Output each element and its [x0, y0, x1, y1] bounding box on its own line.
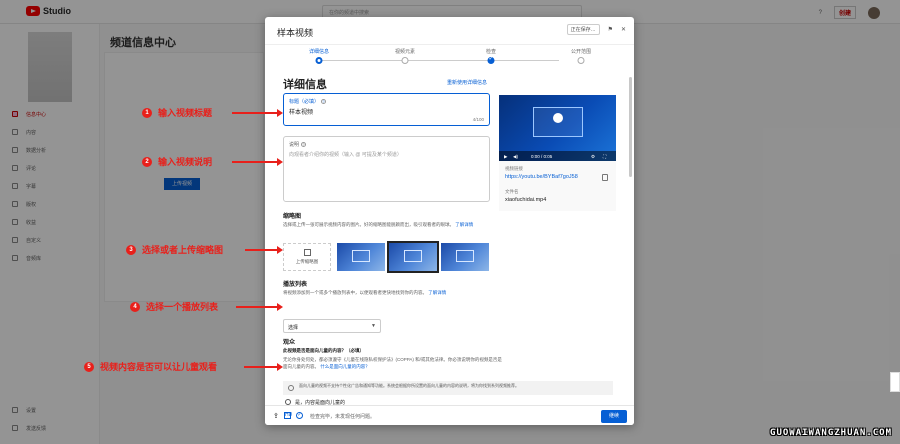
- annotation-3: 3 选择或者上传缩略图: [126, 243, 223, 256]
- time-display: 0:00 / 0:05: [531, 153, 553, 159]
- thumbnail-description: 选择或上传一张可展示视频内容的图片。好的缩略图能脱颖而出，吸引观看者的眼球。 了…: [283, 222, 474, 227]
- check-status-text: 检查完毕，未发现任何问题。: [310, 414, 376, 420]
- video-link[interactable]: https://youtu.be/BYBaf7goJ58: [505, 174, 578, 180]
- description-input[interactable]: 向观看者介绍你的视频（输入 @ 可提及某个频道）: [289, 151, 402, 158]
- audience-description: 无论你身处何处，都必须遵守《儿童在线隐私权保护法》(COPPA) 和/或其他法律…: [283, 357, 502, 369]
- annotation-arrow-1: [232, 109, 283, 117]
- title-field[interactable]: 标题（必填）? 样本视频 4/100: [283, 93, 490, 126]
- play-icon[interactable]: ▶: [504, 154, 507, 160]
- audience-heading: 观众: [283, 340, 296, 346]
- saving-status-badge: 正在保存…: [566, 24, 600, 35]
- thumbnail-option-1[interactable]: [337, 243, 385, 271]
- player-controls: ▶ ◀) 0:00 / 0:05 ⚙ ⛶: [499, 151, 616, 161]
- playlist-heading: 播放列表: [283, 282, 308, 288]
- annotation-1: 1 输入视频标题: [142, 106, 212, 119]
- step-visibility-label[interactable]: 公开范围: [571, 48, 591, 55]
- reuse-details-link[interactable]: 重新使用详细信息: [447, 79, 487, 86]
- upload-arrow-icon: ⇪: [273, 413, 279, 420]
- annotation-arrow-4: [236, 303, 283, 311]
- help-icon[interactable]: ?: [301, 142, 307, 147]
- next-button[interactable]: 继续: [601, 410, 627, 423]
- chevron-down-icon: ▼: [371, 323, 376, 329]
- title-input[interactable]: 样本视频: [289, 107, 313, 116]
- settings-icon[interactable]: ⚙: [591, 154, 595, 160]
- filename-value: xiaofuchidai.mp4: [505, 197, 547, 203]
- annotation-arrow-3: [245, 246, 283, 254]
- filename-label: 文件名: [505, 189, 519, 194]
- annotation-5: 5 视频内容是否可以让儿童观看: [84, 360, 217, 373]
- copy-icon[interactable]: [602, 174, 608, 181]
- step-details-dot[interactable]: [315, 57, 323, 64]
- kids-notice: 面向儿童的视频不支持个性化广告和通知等功能。系统会根据你所设置的面向儿童的内容的…: [283, 381, 613, 395]
- dialog-header: 样本视频 正在保存… ⚑ ✕: [265, 17, 634, 45]
- thumbnail-learn-more-link[interactable]: 了解详情: [455, 222, 473, 227]
- stepper-track: [319, 60, 559, 61]
- info-icon: [288, 385, 294, 391]
- thumbnail-option-2[interactable]: [387, 241, 439, 273]
- audience-question: 此视频是否是面向儿童的内容？（必填）: [283, 348, 364, 353]
- thumbnail-heading: 缩略图: [283, 214, 302, 220]
- annotation-arrow-2: [232, 158, 283, 166]
- annotation-2: 2 输入视频说明: [142, 155, 212, 168]
- upload-thumbnail-button[interactable]: 上传缩略图: [283, 243, 331, 271]
- hd-icon: HD: [284, 412, 293, 419]
- video-info: 视频链接 https://youtu.be/BYBaf7goJ58 文件名 xi…: [499, 161, 616, 211]
- made-for-kids-link[interactable]: 什么是面向儿童的内容？: [320, 364, 370, 369]
- thumbnail-option-3[interactable]: [441, 243, 489, 271]
- dialog-title: 样本视频: [277, 28, 314, 38]
- annotation-4: 4 选择一个播放列表: [130, 300, 218, 313]
- step-video-elements-label[interactable]: 视频元素: [395, 48, 415, 55]
- dialog-scrollbar[interactable]: [629, 77, 632, 177]
- close-icon[interactable]: ✕: [621, 26, 626, 33]
- feedback-flag-icon[interactable]: ⚑: [608, 26, 613, 33]
- details-heading: 详细信息: [283, 79, 327, 91]
- watermark: GUOWAIWANGZHUAN.COM: [770, 428, 892, 438]
- playlist-select[interactable]: 选择 ▼: [283, 319, 381, 333]
- upload-dialog: 样本视频 正在保存… ⚑ ✕ 详细信息 视频元素 检查 公开范围 详细信息 重新…: [265, 17, 634, 425]
- help-icon[interactable]: ?: [321, 99, 327, 104]
- annotation-arrow-5: [244, 363, 283, 371]
- upload-stepper: 详细信息 视频元素 检查 公开范围: [265, 45, 634, 69]
- step-checks-label[interactable]: 检查: [486, 48, 496, 55]
- dialog-footer: ⇪ HD ✓ 检查完毕，未发现任何问题。 继续: [265, 405, 634, 425]
- dialog-header-actions: 正在保存… ⚑ ✕: [566, 24, 626, 35]
- description-field[interactable]: 说明? 向观看者介绍你的视频（输入 @ 可提及某个频道）: [283, 136, 490, 202]
- upload-image-icon: [303, 249, 311, 256]
- preview-avatar-graphic: [553, 113, 563, 123]
- playlist-description: 将视频添加到一个或多个播放列表中，以便观看者更快地找到你的内容。 了解详情: [283, 290, 447, 295]
- step-visibility-dot[interactable]: [577, 57, 585, 64]
- video-preview[interactable]: ▶ ◀) 0:00 / 0:05 ⚙ ⛶: [499, 95, 616, 161]
- video-link-label: 视频链接: [505, 166, 523, 171]
- title-field-label: 标题（必填）?: [289, 99, 327, 105]
- step-details-label[interactable]: 详细信息: [309, 48, 329, 55]
- title-char-counter: 4/100: [472, 117, 484, 122]
- description-field-label: 说明?: [289, 142, 307, 148]
- step-checks-dot[interactable]: [487, 55, 495, 64]
- check-circle-icon: ✓: [296, 412, 303, 419]
- fullscreen-icon[interactable]: ⛶: [603, 154, 606, 159]
- volume-icon[interactable]: ◀): [513, 154, 518, 160]
- playlist-learn-more-link[interactable]: 了解详情: [428, 290, 446, 295]
- side-panel-tab[interactable]: [890, 372, 900, 392]
- step-video-elements-dot[interactable]: [401, 57, 409, 64]
